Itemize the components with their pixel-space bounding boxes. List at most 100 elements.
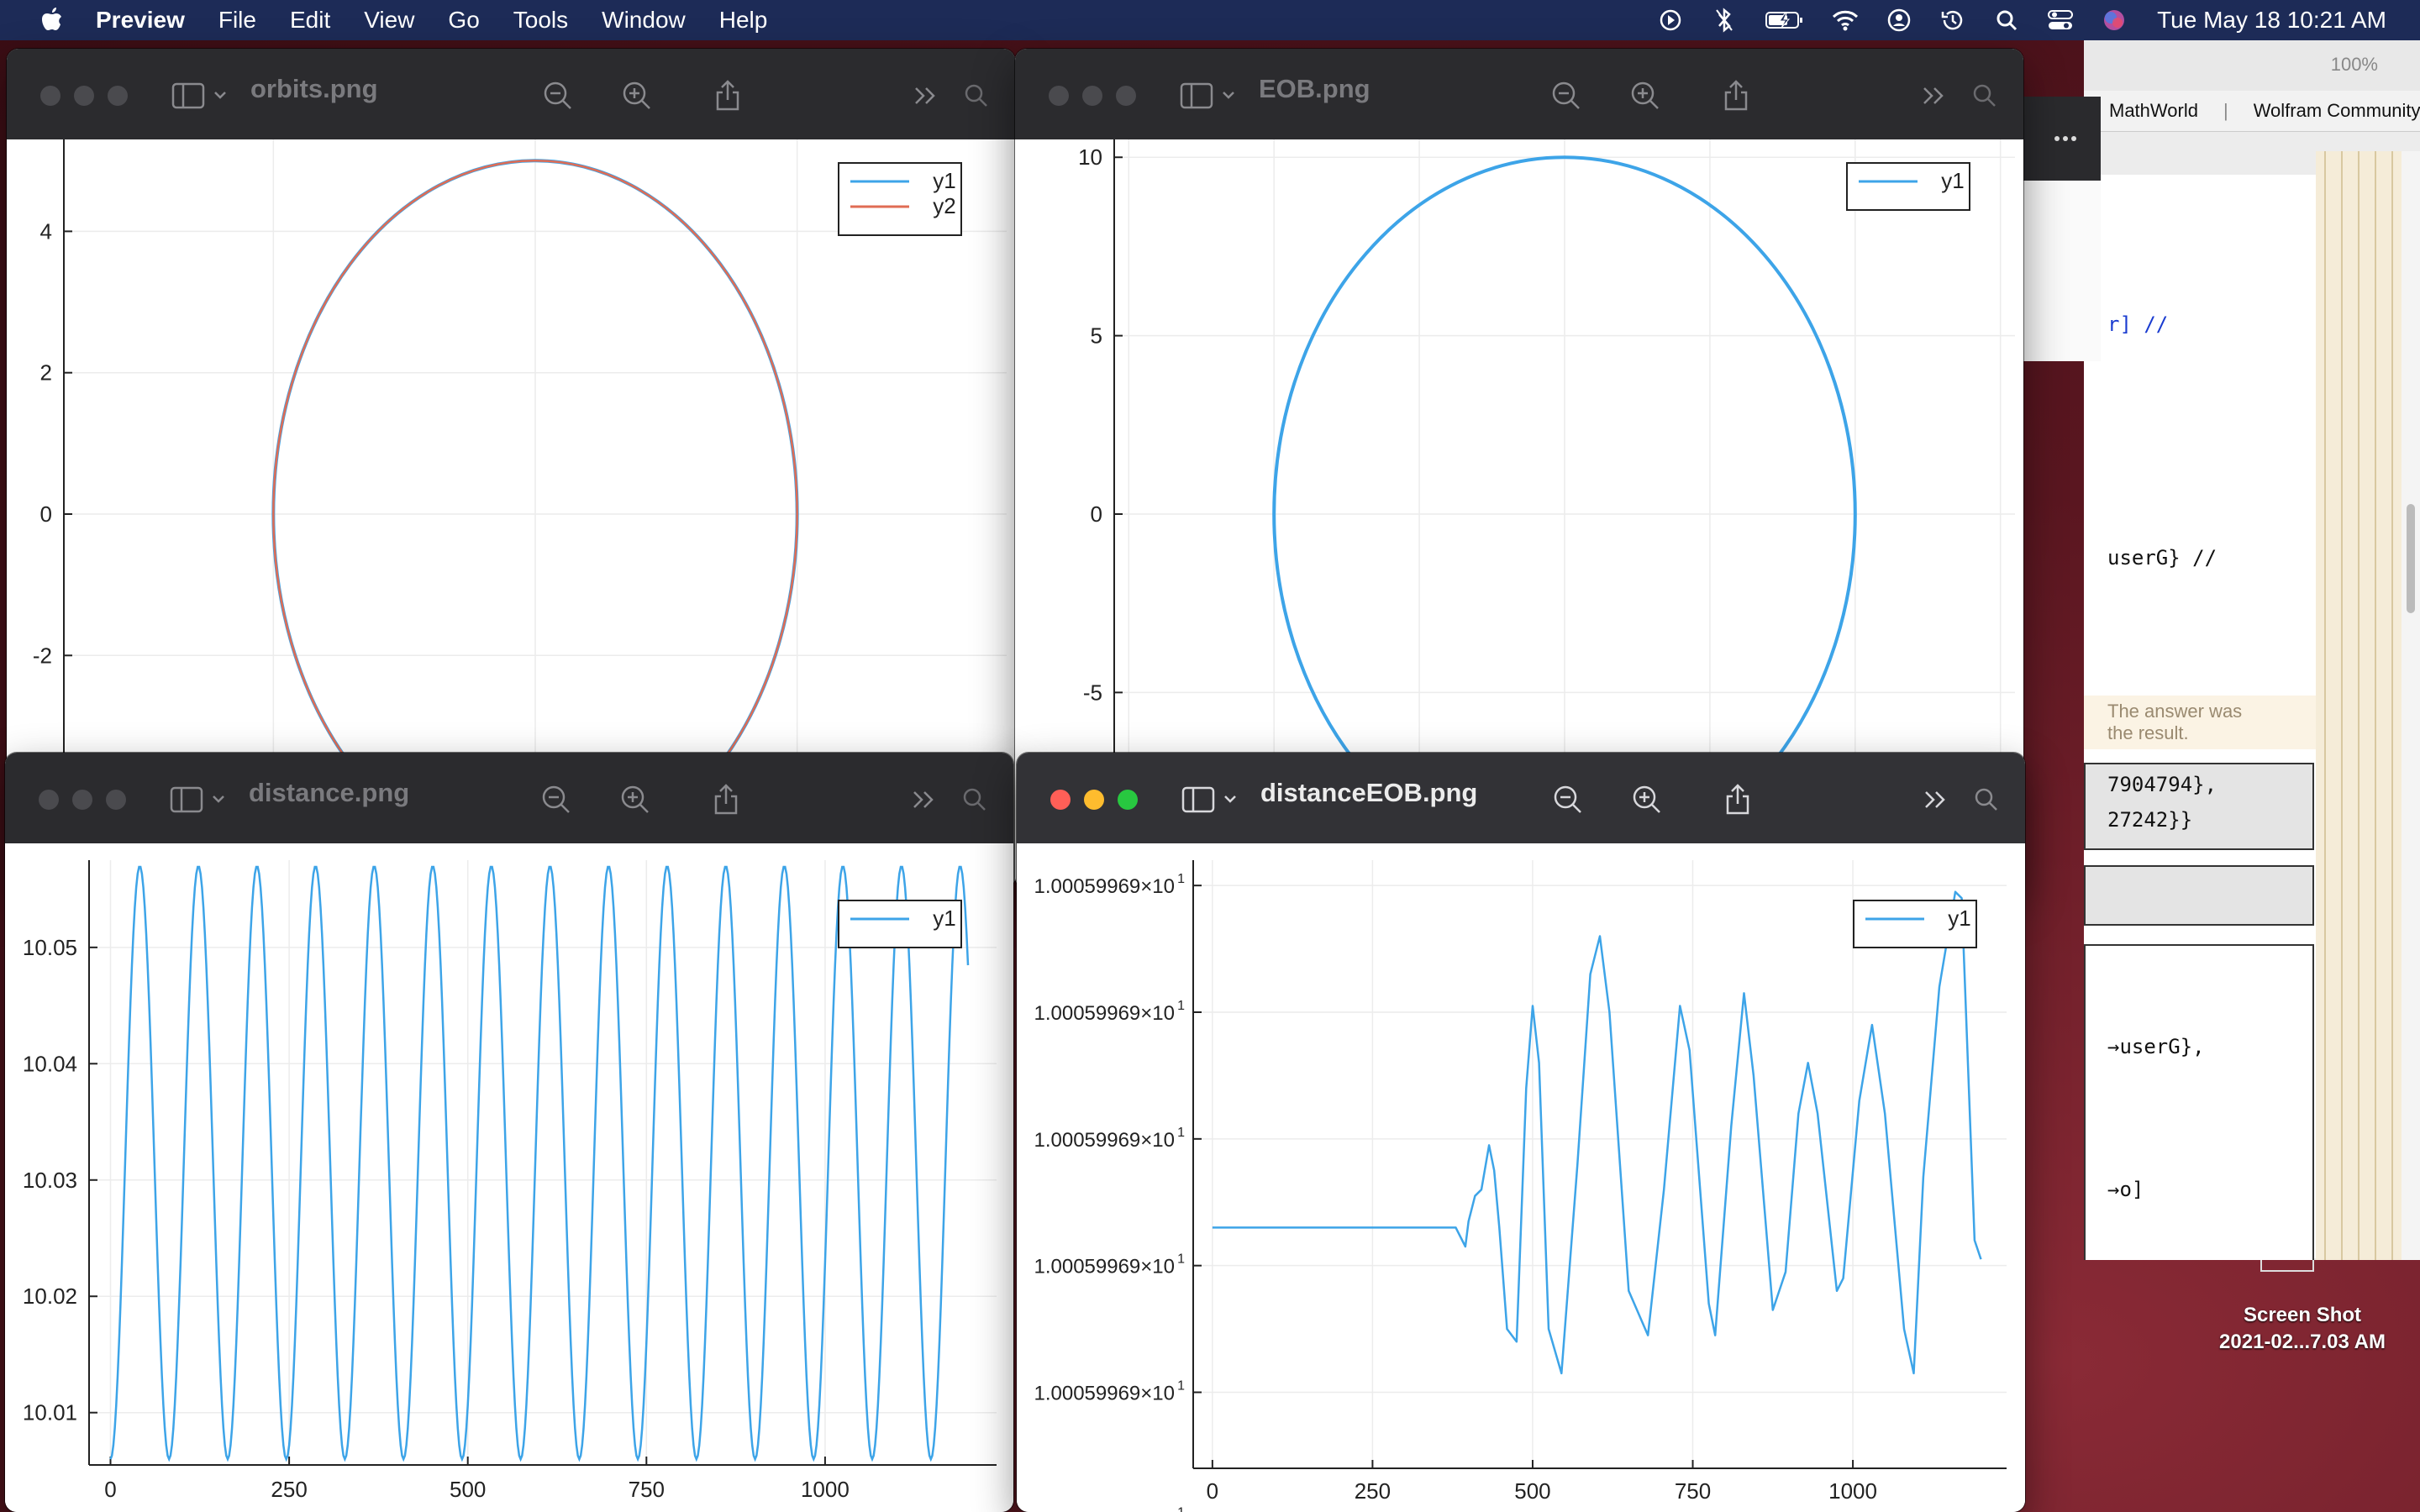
sidebar-toggle-icon[interactable] — [1181, 783, 1249, 816]
menu-window[interactable]: Window — [602, 7, 686, 34]
code-line: 7904794}, — [2107, 773, 2217, 796]
close-button[interactable] — [40, 86, 60, 106]
scrollbar[interactable] — [2402, 151, 2420, 1260]
share-icon[interactable] — [709, 783, 743, 816]
minimize-button[interactable] — [1084, 790, 1104, 810]
x-tick-label: 500 — [1514, 1478, 1550, 1504]
document-view[interactable]: 0 250 500 750 1000 10.05 10.04 10.03 10.02 10.01 y… — [5, 843, 1013, 1512]
y-tick-exponent: 1 — [1177, 872, 1185, 886]
bluetooth-icon[interactable] — [1710, 6, 1739, 34]
more-tools-icon[interactable] — [908, 783, 941, 816]
play-icon[interactable] — [1656, 6, 1685, 34]
minimize-button[interactable] — [74, 86, 94, 106]
y-tick-label: 0 — [1091, 501, 1102, 527]
search-icon[interactable] — [958, 783, 992, 816]
zoom-button[interactable] — [1118, 790, 1138, 810]
search-icon[interactable] — [1968, 79, 2002, 113]
search-icon[interactable] — [960, 79, 993, 113]
close-button[interactable] — [1050, 790, 1071, 810]
search-icon[interactable] — [1970, 783, 2003, 816]
window-title: distanceEOB.png — [1260, 778, 1478, 807]
app-menu[interactable]: Preview — [96, 7, 185, 34]
zoom-in-icon[interactable] — [618, 783, 652, 816]
y-tick-label: 4 — [40, 218, 52, 244]
document-view[interactable]: 0 250 500 750 1000 1.00059969×10 1 1.00059969×1… — [1017, 843, 2025, 1512]
zoom-out-icon[interactable] — [1549, 79, 1583, 113]
share-icon[interactable] — [711, 79, 744, 113]
window-title: EOB.png — [1259, 74, 1370, 103]
bookmark-mathworld[interactable]: MathWorld — [2109, 100, 2198, 122]
zoom-in-icon[interactable] — [1628, 79, 1662, 113]
share-icon[interactable] — [1719, 79, 1753, 113]
y-tick-exponent: 1 — [1177, 1126, 1185, 1140]
zoom-out-icon[interactable] — [1551, 783, 1585, 816]
code-line: →userG}, — [2107, 1035, 2205, 1058]
window-titlebar[interactable]: EOB.png — [1015, 49, 2023, 140]
zoom-level[interactable]: 100% — [2331, 54, 2378, 76]
menu-bar: Preview File Edit View Go Tools Window H… — [0, 0, 2420, 40]
apple-menu-icon[interactable] — [32, 0, 72, 40]
sidebar-toggle-icon[interactable] — [170, 783, 237, 816]
battery-icon[interactable] — [1764, 6, 1806, 34]
minimize-button[interactable] — [1082, 86, 1102, 106]
time-machine-icon[interactable] — [1939, 6, 1967, 34]
y-tick-label: 10.04 — [23, 1051, 77, 1076]
x-tick-label: 500 — [450, 1477, 486, 1502]
background-notebook-window: 100% MathWorld | Wolfram Community r] //… — [2084, 40, 2420, 1260]
preview-window-distance-eob[interactable]: distanceEOB.png 0 250 500 750 1000 1.00059969… — [1017, 753, 2025, 1512]
minimize-button[interactable] — [72, 790, 92, 810]
menu-clock[interactable]: Tue May 18 10:21 AM — [2157, 7, 2386, 34]
y-tick-label: 10 — [1078, 144, 1102, 170]
x-tick-label: 0 — [104, 1477, 116, 1502]
zoom-button[interactable] — [106, 790, 126, 810]
menu-help[interactable]: Help — [719, 7, 768, 34]
more-tools-icon[interactable] — [1919, 783, 1953, 816]
x-tick-label: 0 — [1207, 1478, 1218, 1504]
close-button[interactable] — [39, 790, 59, 810]
preview-window-distance[interactable]: distance.png 0 250 500 750 1000 10.05 10.04 10.… — [5, 753, 1013, 1512]
desktop-file-icon[interactable]: Screen Shot 2021-02...7.03 AM — [2185, 1260, 2420, 1378]
more-tools-icon[interactable] — [909, 79, 943, 113]
menu-file[interactable]: File — [218, 7, 256, 34]
window-titlebar[interactable]: distanceEOB.png — [1017, 753, 2025, 844]
y-tick-label: 1.00059969×10 — [1034, 1509, 1175, 1512]
zoom-in-icon[interactable] — [620, 79, 654, 113]
menu-edit[interactable]: Edit — [290, 7, 330, 34]
menu-tools[interactable]: Tools — [513, 7, 568, 34]
share-icon[interactable] — [1721, 783, 1754, 816]
window-titlebar[interactable]: orbits.png — [7, 49, 1015, 140]
file-name-line: Screen Shot — [2243, 1304, 2362, 1326]
zoom-button[interactable] — [1116, 86, 1136, 106]
output-cell — [2084, 865, 2314, 926]
y-tick-label: 1.00059969×10 — [1034, 1002, 1175, 1025]
zoom-button[interactable] — [108, 86, 128, 106]
sidebar-toggle-icon[interactable] — [1180, 79, 1247, 113]
window-titlebar[interactable]: distance.png — [5, 753, 1013, 844]
bookmark-wolfram-community[interactable]: Wolfram Community — [2254, 100, 2420, 122]
siri-icon[interactable] — [2100, 6, 2128, 34]
close-button[interactable] — [1049, 86, 1069, 106]
zoom-out-icon[interactable] — [541, 79, 575, 113]
menu-go[interactable]: Go — [448, 7, 479, 34]
scroll-thumb[interactable] — [2407, 504, 2415, 613]
y-tick-label: -5 — [1083, 680, 1102, 705]
zoom-out-icon[interactable] — [539, 783, 573, 816]
file-name-line: 2021-02...7.03 AM — [2219, 1331, 2386, 1353]
zoom-in-icon[interactable] — [1630, 783, 1664, 816]
spotlight-icon[interactable] — [1992, 6, 2021, 34]
user-icon[interactable] — [1885, 6, 1913, 34]
cell-brackets — [2316, 151, 2408, 1260]
y-tick-label: -2 — [33, 643, 52, 668]
menu-view[interactable]: View — [364, 7, 414, 34]
y-tick-exponent: 1 — [1177, 1379, 1185, 1394]
window-title: orbits.png — [250, 74, 378, 103]
sidebar-toggle-icon[interactable] — [171, 79, 239, 113]
more-tools-icon[interactable] — [1918, 79, 1951, 113]
wifi-icon[interactable] — [1831, 6, 1860, 34]
y-tick-label: 0 — [40, 501, 52, 527]
code-line: userG} // — [2107, 546, 2217, 570]
code-line: r] // — [2107, 312, 2169, 336]
legend-label: y1 — [1941, 168, 1964, 193]
control-center-icon[interactable] — [2046, 6, 2075, 34]
file-thumbnail — [2260, 1260, 2314, 1272]
